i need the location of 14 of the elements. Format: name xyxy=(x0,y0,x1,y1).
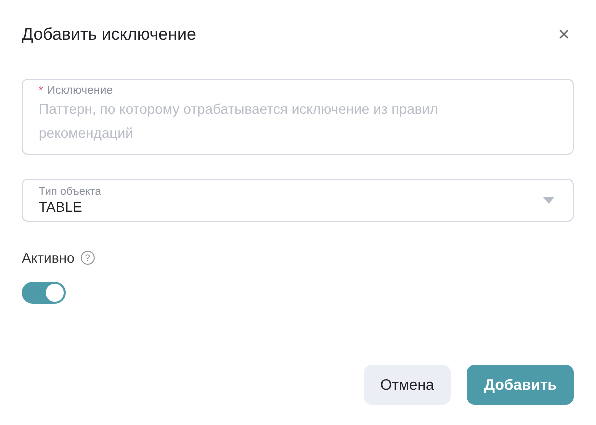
select-value: TABLE xyxy=(39,198,84,216)
close-button[interactable]: × xyxy=(554,24,574,46)
dialog-title: Добавить исключение xyxy=(22,25,196,45)
active-toggle[interactable] xyxy=(22,282,66,304)
field-label: Исключение xyxy=(47,85,114,97)
object-type-select[interactable]: Тип объекта TABLE xyxy=(22,179,574,222)
help-icon[interactable]: ? xyxy=(80,251,95,265)
field-label: Тип объекта xyxy=(39,186,102,198)
caret-icon xyxy=(543,197,555,204)
exception-field[interactable]: * Исключение Паттерн, по которому отрабатывается исключение из правил рекомендаций xyxy=(22,79,574,155)
add-button[interactable]: Добавить xyxy=(467,365,574,405)
cancel-button[interactable]: Отмена xyxy=(364,365,452,405)
active-label: Активно xyxy=(22,250,75,266)
required-mark: * xyxy=(39,85,44,97)
